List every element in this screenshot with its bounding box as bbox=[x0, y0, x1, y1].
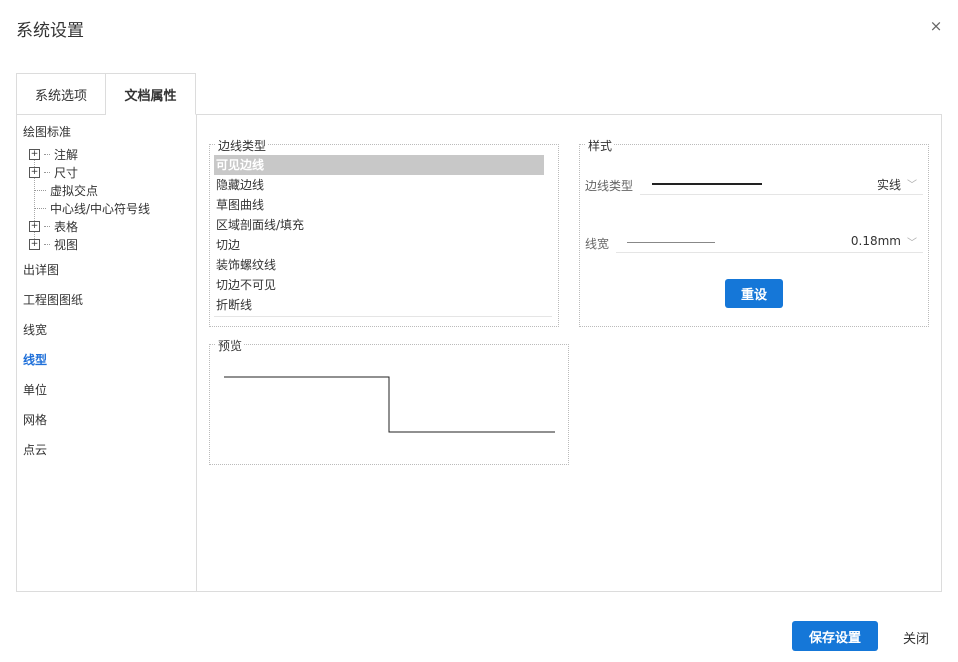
preview-canvas bbox=[224, 376, 555, 433]
tree-item-label: 尺寸 bbox=[54, 165, 79, 180]
nav-item-grid[interactable]: 网格 bbox=[23, 411, 47, 428]
style-group: 样式 边线类型 实线 ﹀ 线宽 0.18mm ﹀ 重设 bbox=[579, 137, 929, 327]
nav-item-line-width[interactable]: 线宽 bbox=[23, 321, 47, 338]
list-item[interactable]: 隐藏边线 bbox=[214, 175, 554, 195]
line-width-value: 0.18mm bbox=[850, 234, 901, 248]
settings-panel: 绘图标准 + 注解 + 尺寸 虚拟交点 中心线/中心符号线 + 表格 + 视图 … bbox=[16, 114, 942, 592]
tree-item[interactable]: 中心线/中心符号线 bbox=[29, 199, 189, 217]
list-item[interactable]: 可见边线 bbox=[214, 155, 544, 175]
tree-item[interactable]: + 注解 bbox=[29, 145, 189, 163]
nav-item-units[interactable]: 单位 bbox=[23, 381, 47, 398]
list-item[interactable]: 草图曲线 bbox=[214, 195, 554, 215]
tree-item-label: 中心线/中心符号线 bbox=[50, 201, 151, 216]
plus-box-icon[interactable]: + bbox=[29, 220, 40, 232]
edge-type-group: 边线类型 可见边线 隐藏边线 草图曲线 区域剖面线/填充 切边 装饰螺纹线 切边… bbox=[209, 137, 559, 327]
width-line-sample bbox=[627, 242, 715, 243]
save-settings-button[interactable]: 保存设置 bbox=[792, 621, 878, 651]
tree-connector bbox=[44, 225, 50, 227]
nav-item-detailing[interactable]: 出详图 bbox=[23, 261, 59, 278]
tree-item-label: 注解 bbox=[54, 147, 79, 162]
preview-group: 预览 bbox=[209, 337, 569, 465]
list-item[interactable]: 切边不可见 bbox=[214, 275, 554, 295]
nav-item-drawing-sheet[interactable]: 工程图图纸 bbox=[23, 291, 83, 308]
reset-button[interactable]: 重设 bbox=[725, 279, 783, 308]
list-item[interactable]: 装饰螺纹线 bbox=[214, 255, 554, 275]
line-type-label: 边线类型 bbox=[585, 179, 634, 193]
tree-item-label: 表格 bbox=[54, 219, 79, 234]
tree-connector bbox=[34, 189, 46, 191]
tree-connector bbox=[44, 171, 50, 173]
nav-item-line-type[interactable]: 线型 bbox=[23, 351, 47, 368]
tab-document-properties[interactable]: 文档属性 bbox=[106, 73, 196, 115]
preview-line bbox=[224, 376, 555, 433]
sidebar: 绘图标准 + 注解 + 尺寸 虚拟交点 中心线/中心符号线 + 表格 + 视图 … bbox=[17, 115, 197, 591]
tab-system-options[interactable]: 系统选项 bbox=[16, 73, 106, 115]
line-width-label: 线宽 bbox=[585, 237, 610, 251]
tree-item[interactable]: + 表格 bbox=[29, 217, 189, 235]
tree-item[interactable]: + 尺寸 bbox=[29, 163, 189, 181]
tab-bar: 系统选项 文档属性 bbox=[16, 73, 196, 115]
chevron-down-icon: ﹀ bbox=[907, 238, 917, 249]
tree-connector bbox=[34, 207, 46, 209]
chevron-down-icon: ﹀ bbox=[907, 180, 917, 191]
edge-type-list: 可见边线 隐藏边线 草图曲线 区域剖面线/填充 切边 装饰螺纹线 切边不可见 折… bbox=[214, 155, 554, 317]
style-legend: 样式 bbox=[586, 137, 615, 154]
nav-tree: + 注解 + 尺寸 虚拟交点 中心线/中心符号线 + 表格 + 视图 bbox=[29, 145, 189, 253]
list-item[interactable]: 折断线 bbox=[214, 295, 554, 315]
plus-box-icon[interactable]: + bbox=[29, 166, 40, 178]
tree-connector bbox=[44, 243, 50, 245]
plus-box-icon[interactable]: + bbox=[29, 238, 40, 250]
close-button[interactable]: 关闭 bbox=[903, 628, 929, 647]
tree-item-label: 视图 bbox=[54, 237, 79, 252]
plus-box-icon[interactable]: + bbox=[29, 148, 40, 160]
tree-item[interactable]: 虚拟交点 bbox=[29, 181, 189, 199]
dialog-title: 系统设置 bbox=[16, 21, 84, 41]
list-item[interactable]: 切边 bbox=[214, 235, 554, 255]
line-type-value: 实线 bbox=[876, 178, 901, 192]
close-icon[interactable]: × bbox=[928, 18, 944, 34]
tree-item[interactable]: + 视图 bbox=[29, 235, 189, 253]
nav-item-drafting-standard[interactable]: 绘图标准 bbox=[23, 123, 71, 140]
list-divider bbox=[214, 316, 552, 317]
line-width-select[interactable]: 0.18mm ﹀ bbox=[616, 231, 923, 253]
nav-item-point-cloud[interactable]: 点云 bbox=[23, 441, 47, 458]
edge-type-legend: 边线类型 bbox=[216, 137, 269, 154]
tree-item-label: 虚拟交点 bbox=[50, 183, 99, 198]
solid-line-sample bbox=[652, 183, 762, 185]
list-item[interactable]: 区域剖面线/填充 bbox=[214, 215, 554, 235]
tree-connector bbox=[44, 153, 50, 155]
line-type-select[interactable]: 实线 ﹀ bbox=[640, 173, 923, 195]
